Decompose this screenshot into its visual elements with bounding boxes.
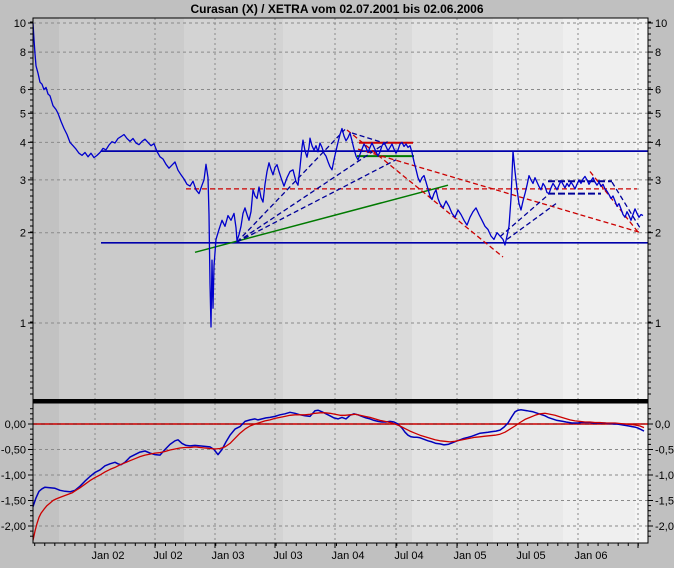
background-band <box>283 18 412 543</box>
y-axis-label-right: 6 <box>655 85 661 97</box>
y-axis-label-left: 6 <box>20 85 26 97</box>
y-axis-label-left: 3 <box>20 175 26 187</box>
x-axis-label: Jan 06 <box>574 550 607 562</box>
y-axis-label-left: 4 <box>20 137 26 149</box>
x-axis-label: Jul 03 <box>273 550 302 562</box>
y-axis-label-right: 10 <box>655 18 667 30</box>
x-axis-label: Jan 02 <box>91 550 124 562</box>
x-axis-label: Jul 04 <box>394 550 423 562</box>
y-axis-label-left: 0,00 <box>5 419 26 431</box>
chart-svg: 10 10 8 8 6 6 5 5 4 4 3 3 2 2 1 1 0,00 0,0 -0,50 -0,5 -1,00 -… <box>0 0 674 568</box>
y-axis-label-right: 2 <box>655 228 661 240</box>
y-axis-label-left: 10 <box>14 18 26 30</box>
y-axis-label-left: -0,50 <box>1 445 26 457</box>
stock-chart-window: Curasan (X) / XETRA vom 02.07.2001 bis 0… <box>0 0 674 568</box>
y-axis-label-left: -2,00 <box>1 521 26 533</box>
y-axis-label-left: 8 <box>20 47 26 59</box>
background-band <box>33 18 59 543</box>
panel-divider <box>33 399 648 404</box>
y-axis-label-right: 5 <box>655 108 661 120</box>
y-axis-label-right: 1 <box>655 318 661 330</box>
x-axis-label: Jul 05 <box>516 550 545 562</box>
y-axis-label-right: -2,0 <box>655 521 674 533</box>
background-band <box>184 18 283 543</box>
y-axis-label-right: -1,5 <box>655 496 674 508</box>
chart-title: Curasan (X) / XETRA vom 02.07.2001 bis 0… <box>190 2 484 16</box>
y-axis-label-right: 0,0 <box>655 419 670 431</box>
x-axis-label: Jan 03 <box>211 550 244 562</box>
y-axis-label-right: 4 <box>655 137 661 149</box>
y-axis-label-left: -1,00 <box>1 470 26 482</box>
background-band <box>412 18 493 543</box>
x-axis-label: Jan 05 <box>453 550 486 562</box>
background-band <box>563 18 635 543</box>
x-axis-label: Jul 02 <box>153 550 182 562</box>
y-axis-label-left: 5 <box>20 108 26 120</box>
y-axis-label-left: 2 <box>20 228 26 240</box>
background-band <box>493 18 563 543</box>
y-axis-label-right: 8 <box>655 47 661 59</box>
y-axis-label-left: 1 <box>20 318 26 330</box>
background-band <box>635 18 648 543</box>
y-axis-label-right: 3 <box>655 175 661 187</box>
y-axis-label-right: -0,5 <box>655 445 674 457</box>
x-axis-label: Jan 04 <box>331 550 364 562</box>
y-axis-label-right: -1,0 <box>655 470 674 482</box>
chart-canvas: 10 10 8 8 6 6 5 5 4 4 3 3 2 2 1 1 0,00 0,0 -0,50 -0,5 -1,00 -… <box>0 0 674 568</box>
y-axis-label-left: -1,50 <box>1 496 26 508</box>
